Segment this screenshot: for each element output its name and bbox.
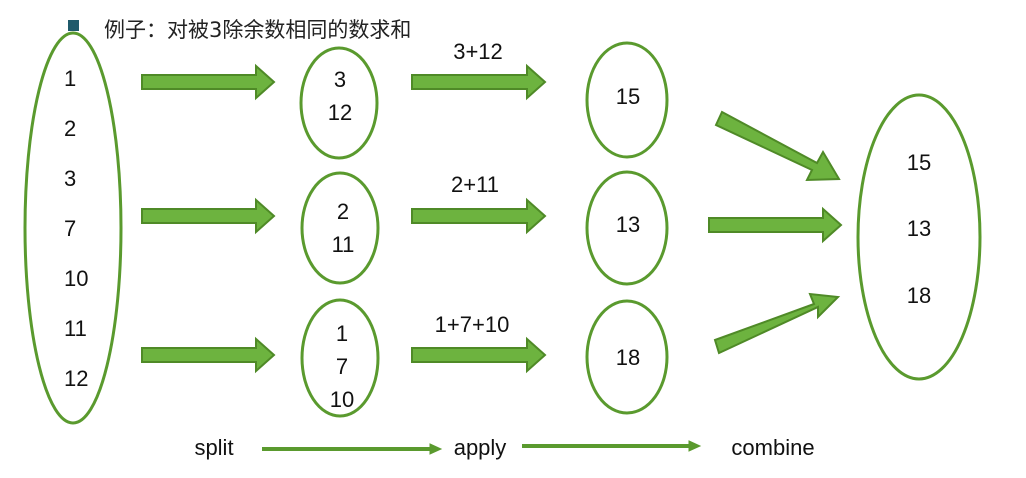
- input-value: 7: [64, 216, 76, 241]
- apply-to-combine-arrowhead: [688, 440, 702, 452]
- split-apply-combine-diagram: 1 2 3 7 10 11 12 3 12 2 11 1 7 10 3+12 2…: [23, 31, 982, 460]
- sum-value-1: 15: [616, 84, 640, 109]
- group-2-item: 2: [337, 199, 349, 224]
- input-value: 12: [64, 366, 88, 391]
- group-3-item: 7: [336, 354, 348, 379]
- step-label-split: split: [194, 435, 233, 460]
- apply-expression-2: 2+11: [451, 172, 499, 197]
- group-1-item: 12: [328, 100, 352, 125]
- combine-arrow-1: [714, 110, 841, 182]
- group-3-item: 10: [330, 387, 354, 412]
- group-2-item: 11: [332, 232, 355, 257]
- apply-arrow-1: [411, 63, 547, 101]
- split-arrow-1: [141, 63, 276, 101]
- apply-expression-1: 3+12: [453, 39, 503, 64]
- combined-value: 15: [907, 150, 931, 175]
- input-value: 1: [64, 66, 76, 91]
- apply-arrow-3: [411, 336, 547, 374]
- apply-expression-3: 1+7+10: [435, 312, 510, 337]
- split-arrow-3: [141, 336, 276, 374]
- group-ellipse-2: [300, 171, 380, 285]
- apply-arrow-2: [411, 197, 547, 235]
- step-label-combine: combine: [731, 435, 814, 460]
- combined-value: 13: [907, 216, 931, 241]
- input-value: 2: [64, 116, 76, 141]
- step-label-apply: apply: [454, 435, 507, 460]
- split-arrow-2: [141, 197, 276, 235]
- group-3-item: 1: [336, 321, 348, 346]
- combine-arrow-2: [708, 206, 843, 244]
- group-1-item: 3: [334, 67, 346, 92]
- input-value: 3: [64, 166, 76, 191]
- sum-value-2: 13: [616, 212, 640, 237]
- split-to-apply-arrowhead: [429, 443, 443, 455]
- combine-arrow-3: [713, 292, 841, 355]
- input-value: 11: [64, 316, 87, 341]
- combined-value: 18: [907, 283, 931, 308]
- sum-value-3: 18: [616, 345, 640, 370]
- input-value: 10: [64, 266, 88, 291]
